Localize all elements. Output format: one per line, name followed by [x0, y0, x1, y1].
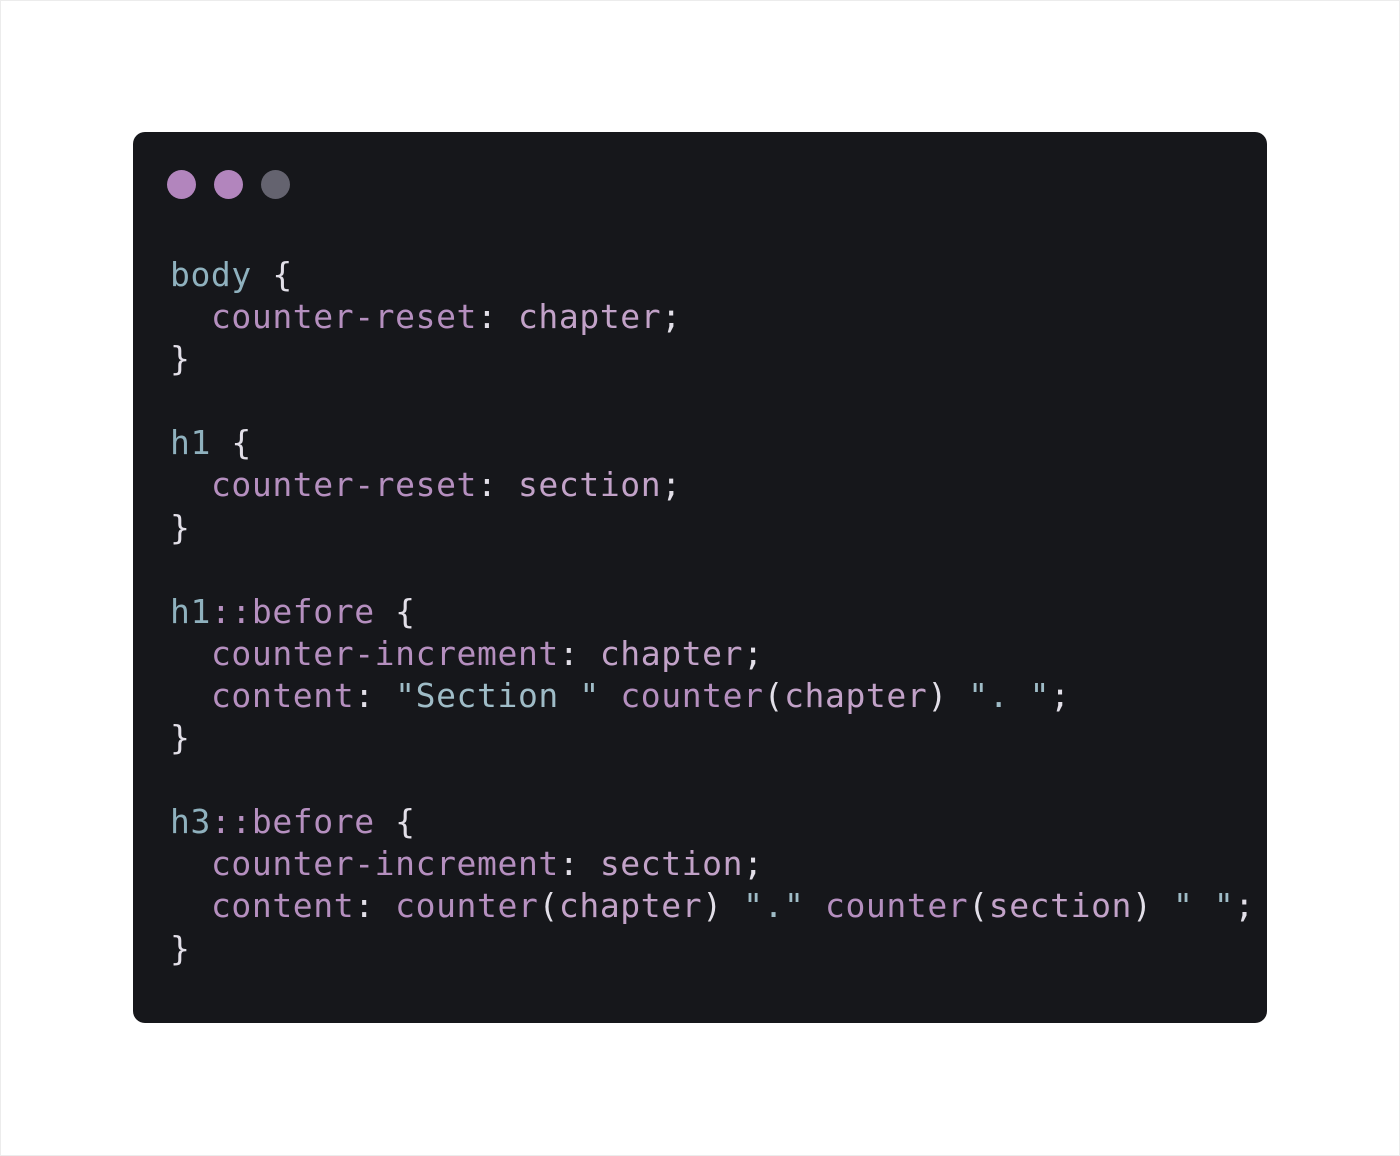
selector: h3	[170, 802, 211, 842]
code-line: h1 {	[170, 422, 1255, 464]
semicolon: ;	[743, 844, 764, 884]
property: counter-increment	[210, 633, 559, 673]
code-line: counter-reset: section;	[170, 464, 1255, 506]
property: counter-increment	[210, 844, 559, 884]
value: chapter	[517, 297, 662, 337]
function-name: counter	[825, 886, 969, 926]
semicolon: ;	[1050, 675, 1071, 715]
selector: h1	[170, 423, 211, 463]
code-line: h3::before {	[170, 801, 1255, 843]
brace-close: }	[170, 928, 191, 968]
code-line: body {	[170, 254, 1255, 296]
semicolon: ;	[661, 465, 682, 505]
paren-close: )	[927, 675, 948, 715]
paren-open: (	[763, 675, 785, 715]
function-arg: chapter	[558, 886, 703, 926]
string-literal: " "	[1172, 886, 1235, 926]
code-line: }	[170, 338, 1255, 380]
property: counter-reset	[210, 297, 478, 337]
window-dot-2[interactable]	[214, 170, 243, 199]
semicolon: ;	[661, 297, 682, 337]
colon: :	[354, 675, 396, 715]
code-line: h1::before {	[170, 591, 1255, 633]
paren-open: (	[968, 886, 989, 926]
code-line: counter-increment: section;	[170, 843, 1255, 885]
code-line: counter-increment: chapter;	[170, 633, 1255, 675]
string-literal: ". "	[968, 675, 1051, 715]
string-literal: "Section "	[395, 675, 600, 715]
pseudo-element: ::before	[210, 802, 375, 842]
pseudo-element: ::before	[210, 591, 375, 631]
paren-open: (	[538, 886, 559, 926]
property: content	[210, 675, 355, 715]
brace-close: }	[170, 339, 191, 379]
function-name: counter	[620, 675, 764, 715]
brace-open: {	[374, 591, 416, 631]
window-dot-1[interactable]	[167, 170, 196, 199]
property: content	[210, 886, 355, 926]
code-line: }	[170, 507, 1255, 549]
code-line: }	[170, 717, 1255, 759]
colon: :	[558, 633, 600, 673]
code-line: content: counter(chapter) "." counter(se…	[170, 885, 1255, 927]
selector: body	[170, 255, 252, 294]
semicolon: ;	[743, 633, 764, 673]
code-line: counter-reset: chapter;	[170, 296, 1255, 338]
function-arg: chapter	[784, 675, 928, 715]
string-literal: "."	[743, 886, 805, 926]
brace-open: {	[374, 802, 416, 842]
selector: h1	[170, 591, 211, 631]
value: chapter	[599, 633, 744, 673]
value: section	[517, 465, 662, 505]
colon: :	[477, 465, 518, 505]
code-line: }	[170, 928, 1255, 970]
window-dot-3[interactable]	[261, 170, 290, 199]
code-block: body { counter-reset: chapter;} h1 { cou…	[170, 254, 1255, 970]
brace-open: {	[210, 423, 252, 463]
colon: :	[477, 297, 518, 337]
code-window: body { counter-reset: chapter;} h1 { cou…	[133, 132, 1267, 1023]
value: section	[599, 844, 744, 884]
function-arg: section	[988, 886, 1133, 926]
code-line: content: "Section " counter(chapter) ". …	[170, 675, 1255, 717]
colon: :	[354, 886, 396, 926]
colon: :	[558, 844, 600, 884]
property: counter-reset	[210, 465, 478, 505]
paren-close: )	[1132, 886, 1153, 926]
function-name: counter	[395, 886, 539, 926]
semicolon: ;	[1234, 886, 1255, 926]
brace-close: }	[170, 507, 191, 547]
paren-close: )	[702, 886, 723, 926]
brace-open: {	[251, 255, 293, 294]
brace-close: }	[170, 718, 191, 758]
